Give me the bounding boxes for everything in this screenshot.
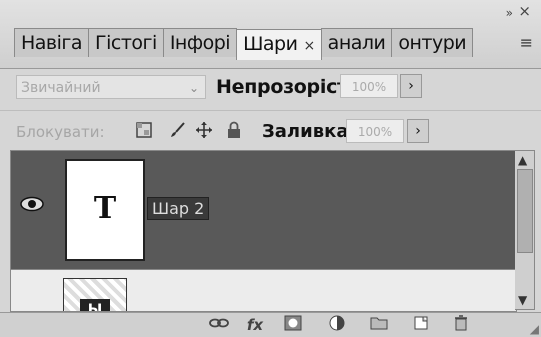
link-icon[interactable] xyxy=(208,315,230,335)
trash-icon[interactable] xyxy=(450,315,472,335)
layer-row[interactable]: Ы xyxy=(11,269,516,311)
tab-navigator[interactable]: Навіга xyxy=(14,28,90,57)
eye-icon[interactable] xyxy=(19,195,45,213)
scroll-down-icon[interactable]: ▼ xyxy=(518,293,527,307)
opacity-slider-toggle[interactable]: › xyxy=(400,74,422,98)
panel-menu-icon[interactable]: ≡ xyxy=(520,35,533,51)
brush-icon[interactable] xyxy=(168,121,188,141)
folder-icon[interactable] xyxy=(368,315,390,335)
tab-navigator-label: Навіга xyxy=(21,32,83,54)
tab-close-icon[interactable]: × xyxy=(303,38,315,54)
layer-row-selected[interactable]: T Шар 2 xyxy=(11,151,516,269)
tab-channels-label: анали xyxy=(327,32,386,54)
scroll-up-icon[interactable]: ▲ xyxy=(518,153,527,167)
fill-slider-toggle[interactable]: › xyxy=(407,119,429,143)
panel-tab-bar: Навіга Гістогі Інфорі Шари × анали онтури… xyxy=(0,0,541,69)
move-icon[interactable] xyxy=(194,121,214,141)
lock-fill-row: Блокувати: Заливка: 100% › xyxy=(0,110,541,151)
image-layer-thumbnail: Ы xyxy=(63,278,127,311)
mask-icon[interactable] xyxy=(282,315,304,335)
layers-bottom-toolbar: fx ◢ xyxy=(0,312,541,337)
layer-name[interactable]: Шар 2 xyxy=(147,197,210,220)
transparent-pixels-lock-icon[interactable] xyxy=(134,121,154,141)
panel-tabs: Навіга Гістогі Інфорі Шари × анали онтури xyxy=(14,28,474,60)
resize-grip-icon[interactable]: ◢ xyxy=(530,322,539,336)
tab-layers[interactable]: Шари × xyxy=(236,29,322,60)
scroll-thumb[interactable] xyxy=(517,169,533,253)
close-icon[interactable]: × xyxy=(518,2,531,20)
tab-channels[interactable]: анали xyxy=(320,28,393,57)
text-layer-thumbnail: T xyxy=(65,159,145,261)
chevron-down-icon: ⌄ xyxy=(188,81,199,95)
tab-info[interactable]: Інфорі xyxy=(162,28,238,57)
layers-panel: Навіга Гістогі Інфорі Шари × анали онтури… xyxy=(0,0,541,337)
thumbnail-glyph: Ы xyxy=(80,299,110,311)
tab-layers-label: Шари xyxy=(243,33,298,55)
lock-all-icon[interactable] xyxy=(224,121,244,141)
fx-icon[interactable]: fx xyxy=(244,315,266,335)
tab-histogram-label: Гістогі xyxy=(95,32,157,54)
opacity-input[interactable]: 100% xyxy=(340,74,398,98)
layers-list: T Шар 2 Ы xyxy=(10,150,517,312)
blend-mode-value: Звичайний xyxy=(21,80,101,96)
collapse-icon[interactable]: » xyxy=(506,6,513,20)
tab-histogram[interactable]: Гістогі xyxy=(88,28,164,57)
blend-mode-select[interactable]: Звичайний ⌄ xyxy=(16,75,206,99)
blend-opacity-row: Звичайний ⌄ Непрозорість: 100% › xyxy=(0,68,541,108)
adjustment-icon[interactable] xyxy=(326,315,348,335)
new-layer-icon[interactable] xyxy=(410,315,432,335)
tab-info-label: Інфорі xyxy=(169,32,231,54)
layers-scrollbar[interactable]: ▲ ▼ xyxy=(515,150,535,310)
tab-paths-label: онтури xyxy=(398,32,467,54)
tab-paths[interactable]: онтури xyxy=(391,28,474,57)
lock-label: Блокувати: xyxy=(16,123,105,141)
fill-label: Заливка: xyxy=(262,121,356,142)
fill-input[interactable]: 100% xyxy=(346,119,404,143)
